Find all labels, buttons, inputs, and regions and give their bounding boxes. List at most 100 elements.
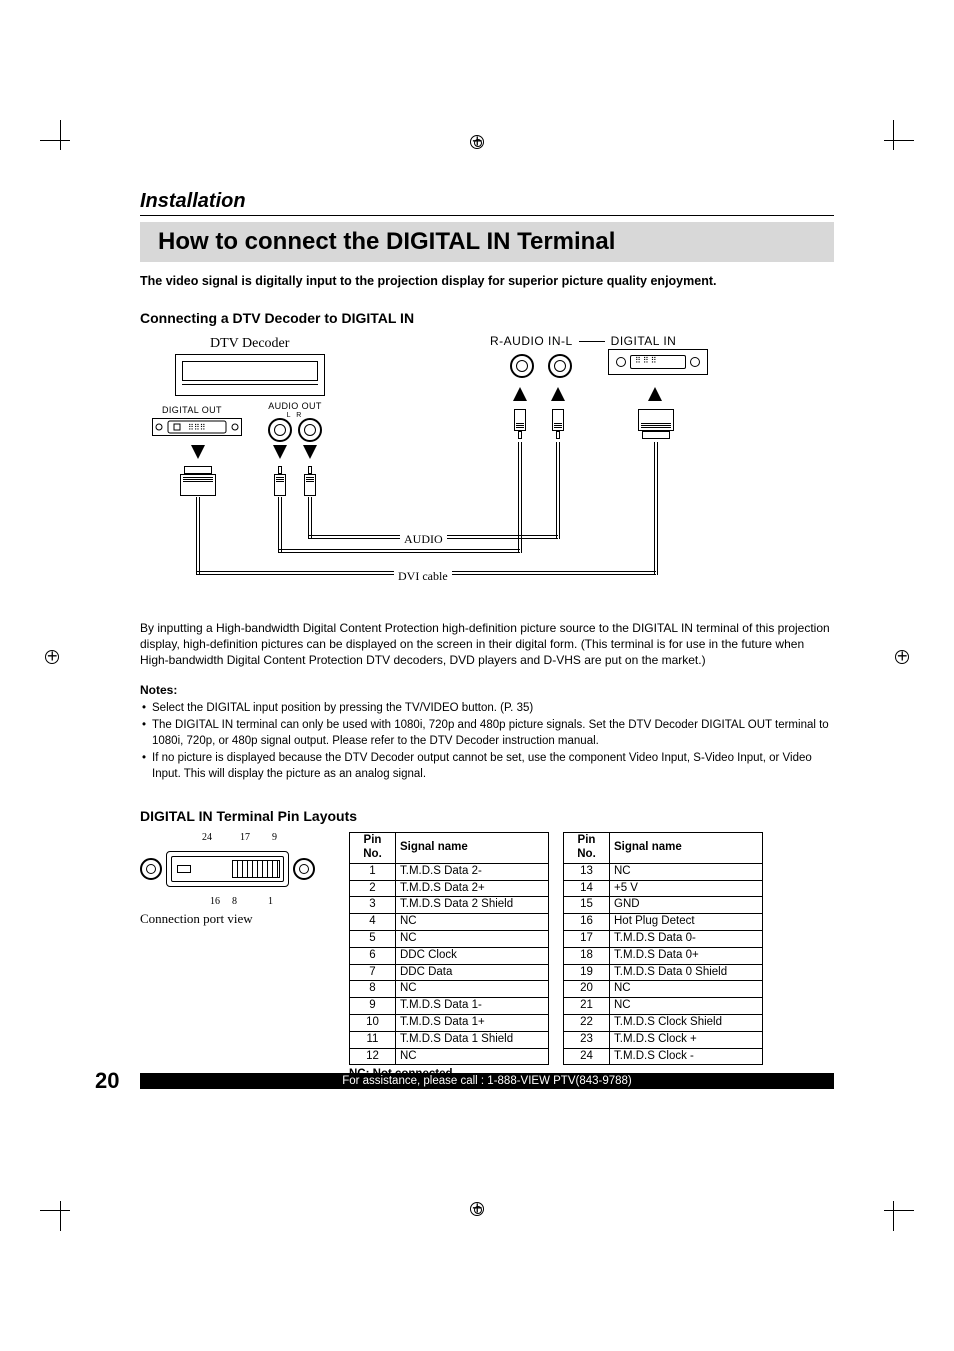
table-row: 5NC: [350, 930, 549, 947]
table-row: 18T.M.D.S Data 0+: [564, 947, 763, 964]
tv-port-labels: R-AUDIO IN-L DIGITAL IN: [490, 334, 676, 348]
table-row: 8NC: [350, 981, 549, 998]
cable-plug-icon: [551, 409, 565, 439]
pin-cell: 14: [564, 880, 610, 897]
signal-cell: T.M.D.S Clock -: [610, 1048, 763, 1065]
cable-wire-icon: [308, 497, 312, 539]
pin-marker: 16: [210, 896, 220, 907]
dvi-port-icon: ⠿⠿⠿: [152, 418, 242, 436]
notes-heading: Notes:: [140, 683, 834, 697]
table-row: 22T.M.D.S Clock Shield: [564, 1014, 763, 1031]
signal-cell: NC: [610, 863, 763, 880]
pin-marker: 1: [268, 896, 273, 907]
registration-mark-icon: [45, 650, 59, 664]
pin-cell: 19: [564, 964, 610, 981]
table-header-pin: Pin No.: [350, 833, 396, 864]
signal-cell: DDC Data: [396, 964, 549, 981]
signal-cell: NC: [396, 1048, 549, 1065]
page-footer: 20 For assistance, please call : 1-888-V…: [95, 1068, 834, 1094]
table-row: 6DDC Clock: [350, 947, 549, 964]
arrow-down-icon: [303, 445, 317, 459]
signal-cell: NC: [396, 914, 549, 931]
table-header-signal: Signal name: [610, 833, 763, 864]
intro-text: The video signal is digitally input to t…: [140, 274, 834, 288]
signal-cell: GND: [610, 897, 763, 914]
pin-cell: 18: [564, 947, 610, 964]
arrow-up-icon: [513, 387, 527, 401]
pin-cell: 5: [350, 930, 396, 947]
signal-cell: T.M.D.S Data 0+: [610, 947, 763, 964]
table-header-pin: Pin No.: [564, 833, 610, 864]
cable-wire-icon: [196, 497, 200, 575]
pin-cell: 17: [564, 930, 610, 947]
signal-cell: T.M.D.S Data 2-: [396, 863, 549, 880]
pin-tables: Pin No. Signal name 1T.M.D.S Data 2-2T.M…: [349, 832, 834, 1080]
arrow-up-icon: [551, 387, 565, 401]
pin-cell: 10: [350, 1014, 396, 1031]
signal-cell: T.M.D.S Data 1+: [396, 1014, 549, 1031]
pin-cell: 21: [564, 998, 610, 1015]
crop-mark-icon: [874, 120, 914, 160]
rca-jack-icon: [510, 354, 534, 378]
subhead-connecting: Connecting a DTV Decoder to DIGITAL IN: [140, 310, 834, 326]
dvi-plug-icon: [180, 466, 216, 496]
signal-cell: NC: [396, 930, 549, 947]
signal-cell: T.M.D.S Data 0 Shield: [610, 964, 763, 981]
pin-layout-section: 24 17 9 16 8 1 Connection port view Pin …: [140, 832, 834, 1080]
arrow-down-icon: [191, 445, 205, 459]
signal-cell: T.M.D.S Data 1-: [396, 998, 549, 1015]
table-row: 20NC: [564, 981, 763, 998]
pin-cell: 7: [350, 964, 396, 981]
cable-wire-icon: [654, 442, 658, 575]
signal-cell: +5 V: [610, 880, 763, 897]
pin-marker: 24: [202, 832, 212, 843]
connection-diagram: DTV Decoder DIGITAL OUT AUDIO OUT L R ⠿⠿…: [140, 334, 834, 604]
table-row: 3T.M.D.S Data 2 Shield: [350, 897, 549, 914]
notes-list: Select the DIGITAL input position by pre…: [140, 701, 834, 783]
signal-cell: Hot Plug Detect: [610, 914, 763, 931]
pin-cell: 4: [350, 914, 396, 931]
connector-caption: Connection port view: [140, 911, 315, 927]
table-row: 19T.M.D.S Data 0 Shield: [564, 964, 763, 981]
pin-cell: 16: [564, 914, 610, 931]
dvi-plug-icon: [638, 409, 674, 439]
signal-cell: NC: [396, 981, 549, 998]
table-row: 15GND: [564, 897, 763, 914]
rca-jack-icon: [548, 354, 572, 378]
table-row: 12NC: [350, 1048, 549, 1065]
audio-cable-label: AUDIO: [400, 532, 447, 547]
cable-wire-icon: [278, 497, 282, 553]
crop-mark-icon: [40, 120, 80, 160]
dtv-decoder-icon: [175, 354, 325, 396]
signal-cell: DDC Clock: [396, 947, 549, 964]
registration-mark-icon: [470, 1202, 484, 1216]
svg-text:⠿⠿⠿: ⠿⠿⠿: [188, 423, 206, 432]
rca-pair-icon: [268, 418, 322, 442]
registration-mark-icon: [895, 650, 909, 664]
pin-cell: 6: [350, 947, 396, 964]
pin-cell: 12: [350, 1048, 396, 1065]
arrow-down-icon: [273, 445, 287, 459]
table-row: 21NC: [564, 998, 763, 1015]
note-item: If no picture is displayed because the D…: [140, 751, 834, 782]
table-row: 11T.M.D.S Data 1 Shield: [350, 1031, 549, 1048]
connector-diagram-icon: 24 17 9 16 8 1: [140, 832, 315, 907]
table-row: 10T.M.D.S Data 1+: [350, 1014, 549, 1031]
pin-table-left: Pin No. Signal name 1T.M.D.S Data 2-2T.M…: [349, 832, 549, 1065]
dvi-port-icon: [608, 349, 708, 375]
table-row: 1T.M.D.S Data 2-: [350, 863, 549, 880]
table-row: 4NC: [350, 914, 549, 931]
pin-cell: 13: [564, 863, 610, 880]
signal-cell: NC: [610, 981, 763, 998]
signal-cell: T.M.D.S Clock Shield: [610, 1014, 763, 1031]
subhead-pinlayouts: DIGITAL IN Terminal Pin Layouts: [140, 808, 834, 824]
pin-marker: 17: [240, 832, 250, 843]
signal-cell: T.M.D.S Data 2 Shield: [396, 897, 549, 914]
table-header-signal: Signal name: [396, 833, 549, 864]
page-number: 20: [95, 1068, 140, 1094]
cable-wire-icon: [556, 442, 560, 539]
table-row: 9T.M.D.S Data 1-: [350, 998, 549, 1015]
pin-cell: 23: [564, 1031, 610, 1048]
cable-plug-icon: [303, 466, 317, 496]
table-row: 2T.M.D.S Data 2+: [350, 880, 549, 897]
